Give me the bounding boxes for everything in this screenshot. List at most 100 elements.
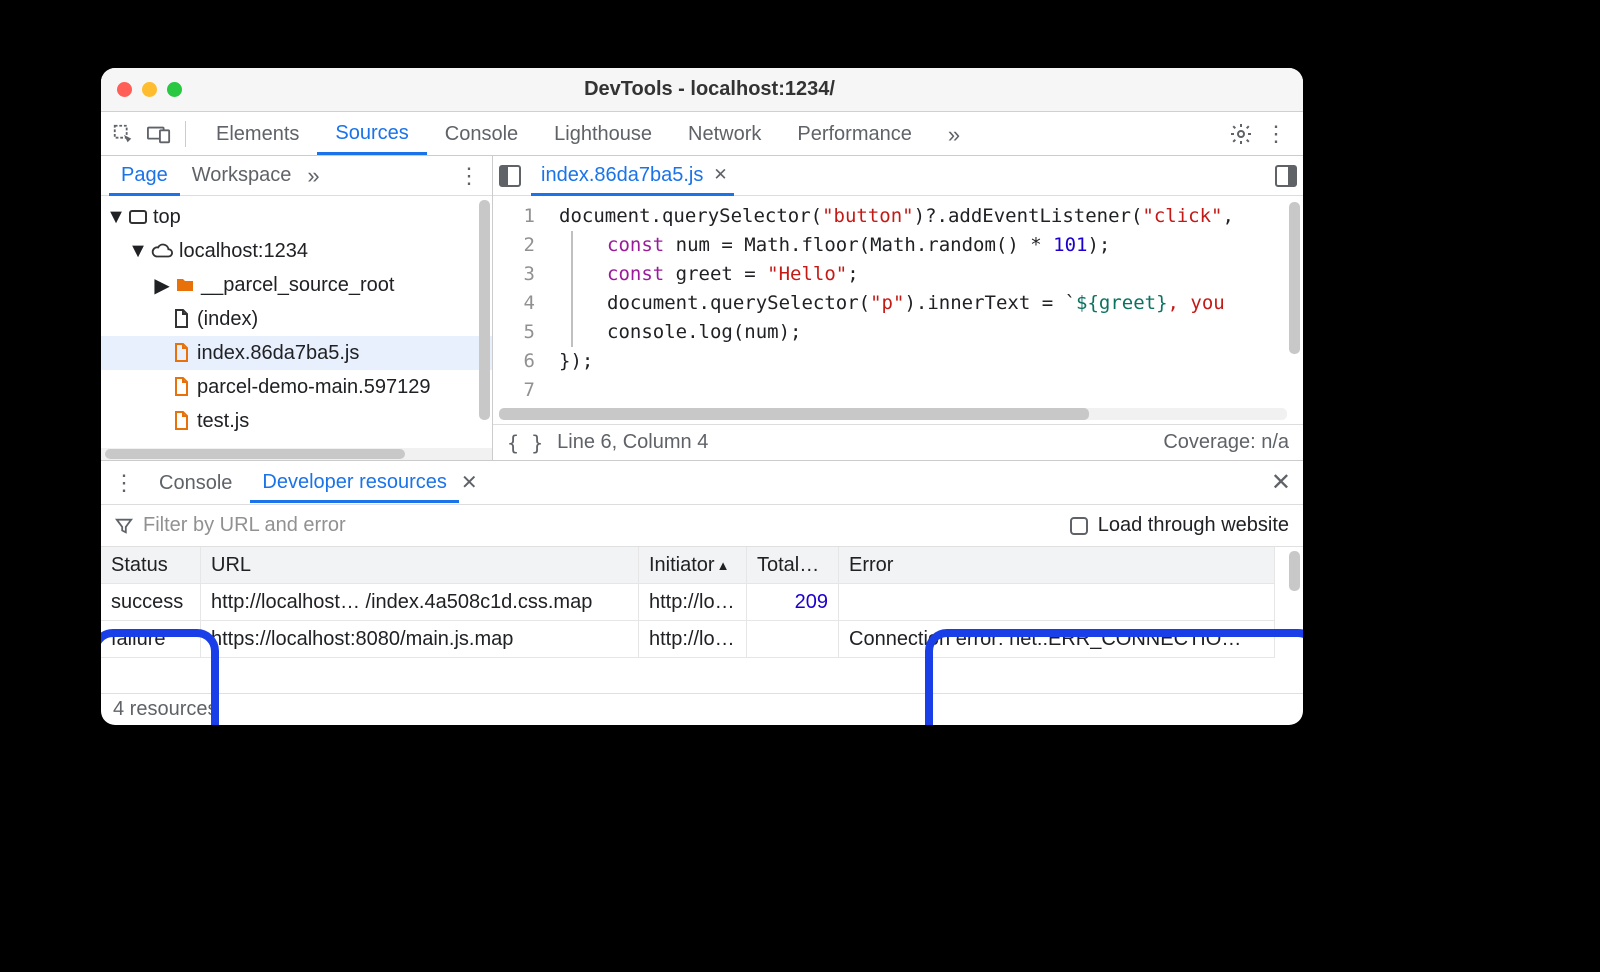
sort-asc-icon: ▲: [717, 558, 730, 573]
cell-status[interactable]: failure: [101, 621, 201, 658]
tree-folder[interactable]: ▶ __parcel_source_root: [101, 268, 492, 302]
chevron-right-icon: ▶: [155, 273, 169, 298]
cell-error[interactable]: [839, 584, 1275, 621]
editor-tab-label: index.86da7ba5.js: [541, 164, 703, 187]
cell-total[interactable]: 209: [747, 584, 839, 621]
cursor-position: Line 6, Column 4: [557, 431, 708, 454]
drawer-more-icon[interactable]: ⋮: [113, 470, 133, 496]
tree-label: parcel-demo-main.597129: [197, 376, 430, 399]
close-tab-icon[interactable]: ✕: [713, 165, 727, 185]
editor-v-scrollbar[interactable]: [1289, 202, 1300, 354]
load-through-checkbox[interactable]: [1070, 517, 1088, 535]
editor-statusbar: { } Line 6, Column 4 Coverage: n/a: [493, 424, 1303, 460]
drawer: ⋮ Console Developer resources ✕ ✕ Filter…: [101, 461, 1303, 725]
cell-initiator[interactable]: http://lo…: [639, 584, 747, 621]
show-navigator-icon[interactable]: [499, 165, 521, 187]
tree-label: test.js: [197, 410, 249, 433]
tabs-overflow-button[interactable]: »: [930, 112, 978, 155]
tree-label: index.86da7ba5.js: [197, 342, 359, 365]
settings-icon[interactable]: [1229, 122, 1253, 146]
window-title: DevTools - localhost:1234/: [132, 78, 1287, 101]
drawer-footer: 4 resources: [101, 693, 1303, 725]
col-url[interactable]: URL: [201, 547, 639, 584]
tab-sources[interactable]: Sources: [317, 112, 426, 155]
device-toggle-icon[interactable]: [145, 120, 173, 148]
tree-label: (index): [197, 308, 258, 331]
resource-count: 4 resources: [113, 698, 218, 721]
editor-tab[interactable]: index.86da7ba5.js ✕: [531, 156, 734, 196]
devtools-window: DevTools - localhost:1234/ Elements Sour…: [101, 68, 1303, 725]
editor-pane: index.86da7ba5.js ✕ 1234567 document.que…: [493, 156, 1303, 460]
cell-error[interactable]: Connection error: net::ERR_CONNECTIO…: [839, 621, 1275, 658]
tree-file[interactable]: test.js: [101, 404, 492, 438]
navigator-tabs: Page Workspace » ⋮: [101, 156, 492, 196]
frame-icon: [129, 210, 147, 224]
tab-network[interactable]: Network: [670, 112, 779, 155]
drawer-tab-devres[interactable]: Developer resources: [250, 462, 459, 503]
file-icon: [173, 343, 191, 363]
table-scrollbar[interactable]: [1289, 551, 1300, 591]
toolbar-divider: [185, 121, 186, 147]
col-total[interactable]: Total…: [747, 547, 839, 584]
cell-initiator[interactable]: http://lo…: [639, 621, 747, 658]
nav-tab-page[interactable]: Page: [109, 156, 180, 196]
col-status[interactable]: Status: [101, 547, 201, 584]
chevron-down-icon: ▼: [109, 206, 123, 229]
chevron-down-icon: ▼: [131, 240, 145, 263]
tree-file[interactable]: (index): [101, 302, 492, 336]
show-debugger-icon[interactable]: [1275, 165, 1297, 187]
drawer-tabs: ⋮ Console Developer resources ✕ ✕: [101, 461, 1303, 505]
editor-h-scrollbar[interactable]: [499, 408, 1287, 420]
col-error[interactable]: Error: [839, 547, 1275, 584]
tree-label: __parcel_source_root: [201, 274, 394, 297]
tab-console[interactable]: Console: [427, 112, 536, 155]
panel-tabs: Elements Sources Console Lighthouse Netw…: [198, 112, 1221, 155]
tree-file-selected[interactable]: index.86da7ba5.js: [101, 336, 492, 370]
filter-bar: Filter by URL and error Load through web…: [101, 505, 1303, 547]
close-drawer-tab-icon[interactable]: ✕: [461, 470, 478, 495]
folder-icon: [175, 277, 195, 293]
cell-url[interactable]: https://localhost:8080/main.js.map: [201, 621, 639, 658]
titlebar: DevTools - localhost:1234/: [101, 68, 1303, 112]
col-initiator[interactable]: Initiator▲: [639, 547, 747, 584]
file-tree[interactable]: ▼ top ▼ localhost:1234 ▶ __parcel_source…: [101, 196, 492, 448]
nav-more-icon[interactable]: ⋮: [458, 163, 478, 189]
tree-top[interactable]: ▼ top: [101, 200, 492, 234]
tab-performance[interactable]: Performance: [779, 112, 930, 155]
nav-tab-workspace[interactable]: Workspace: [180, 156, 304, 195]
file-icon: [173, 411, 191, 431]
close-window-button[interactable]: [117, 82, 132, 97]
tree-label: localhost:1234: [179, 240, 308, 263]
cloud-icon: [151, 243, 173, 259]
navigator-pane: Page Workspace » ⋮ ▼ top ▼ localhost:123…: [101, 156, 493, 460]
file-icon: [173, 377, 191, 397]
filter-input[interactable]: Filter by URL and error: [143, 514, 1060, 537]
nav-h-scrollbar[interactable]: [101, 448, 492, 460]
tree-label: top: [153, 206, 181, 229]
tab-elements[interactable]: Elements: [198, 112, 317, 155]
tree-host[interactable]: ▼ localhost:1234: [101, 234, 492, 268]
coverage-status: Coverage: n/a: [1163, 431, 1289, 454]
tree-scrollbar[interactable]: [479, 200, 490, 420]
inspect-icon[interactable]: [109, 120, 137, 148]
tab-lighthouse[interactable]: Lighthouse: [536, 112, 670, 155]
sources-panel: Page Workspace » ⋮ ▼ top ▼ localhost:123…: [101, 156, 1303, 461]
toolbar-right: ⋮: [1229, 121, 1295, 147]
line-gutter: 1234567: [493, 202, 549, 405]
resources-table: Status URL Initiator▲ Total… Error succe…: [101, 547, 1303, 693]
cell-status[interactable]: success: [101, 584, 201, 621]
code-editor[interactable]: 1234567 document.querySelector("button")…: [493, 196, 1303, 424]
main-toolbar: Elements Sources Console Lighthouse Netw…: [101, 112, 1303, 156]
more-menu-icon[interactable]: ⋮: [1265, 121, 1285, 147]
cell-total[interactable]: [747, 621, 839, 658]
load-through-label: Load through website: [1098, 514, 1289, 537]
drawer-tab-console[interactable]: Console: [147, 463, 244, 503]
code-body: document.querySelector("button")?.addEve…: [559, 202, 1303, 376]
file-icon: [173, 309, 191, 329]
pretty-print-icon[interactable]: { }: [507, 431, 543, 455]
editor-tabs: index.86da7ba5.js ✕: [493, 156, 1303, 196]
nav-tabs-overflow[interactable]: »: [307, 163, 319, 189]
close-drawer-icon[interactable]: ✕: [1271, 468, 1291, 497]
tree-file[interactable]: parcel-demo-main.597129: [101, 370, 492, 404]
cell-url[interactable]: http://localhost… /index.4a508c1d.css.ma…: [201, 584, 639, 621]
